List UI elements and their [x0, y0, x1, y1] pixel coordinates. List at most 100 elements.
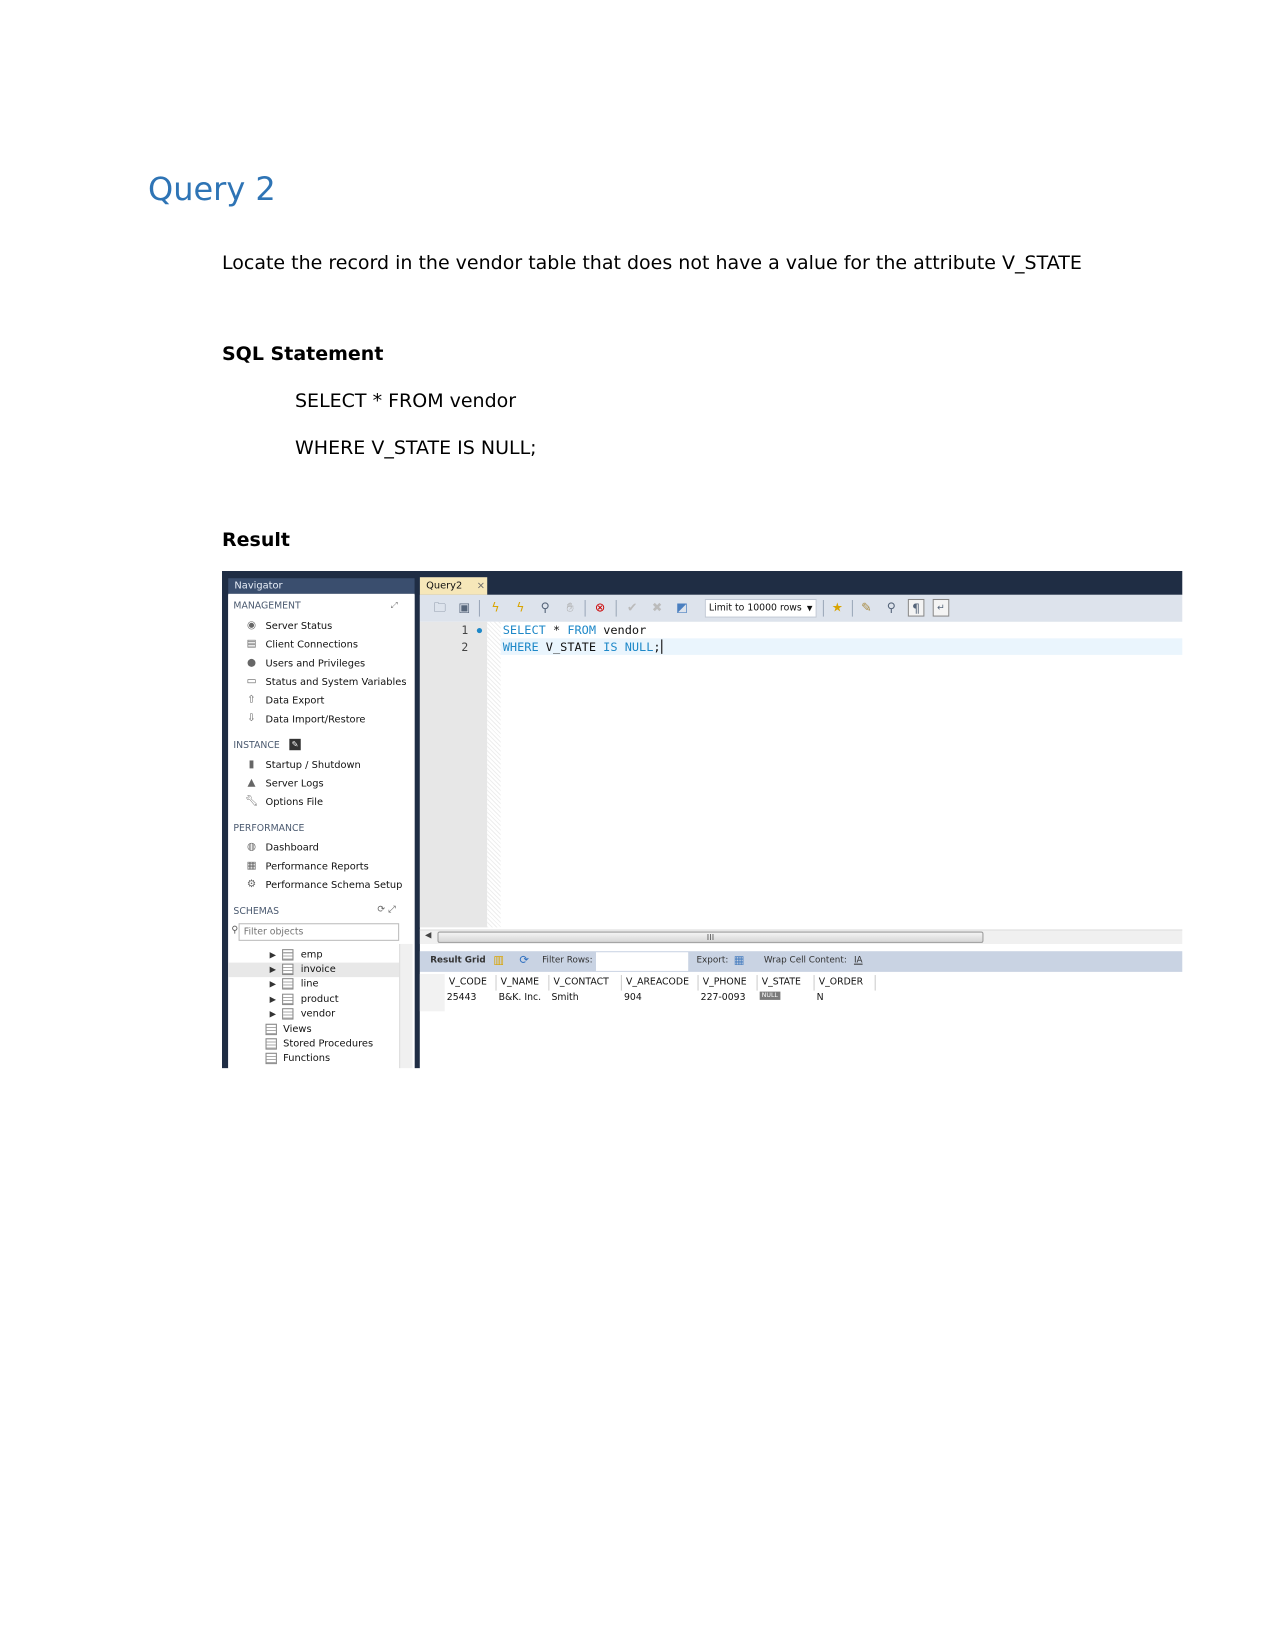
code-line-2[interactable]: WHERE V_STATE IS NULL;	[503, 639, 663, 654]
result-heading: Result	[222, 529, 290, 551]
expand-arrow-icon[interactable]: ▶	[270, 1009, 276, 1018]
rollback-icon[interactable]: ✖	[649, 599, 666, 617]
column-header-v-name[interactable]: V_NAME	[497, 975, 550, 991]
section-management: MANAGEMENT	[233, 601, 301, 612]
expand-arrow-icon[interactable]: ▶	[270, 995, 276, 1004]
explain-icon[interactable]: ⚲	[537, 599, 554, 617]
sql-line-2: WHERE V_STATE IS NULL;	[295, 437, 537, 459]
column-header-v-order[interactable]: V_ORDER	[815, 975, 876, 991]
schema-setup-icon: ⚙	[246, 878, 257, 891]
bookmark-icon[interactable]: ★	[829, 599, 846, 617]
nav-performance-reports[interactable]: Performance Reports	[266, 861, 369, 872]
execute-icon[interactable]: ϟ	[487, 599, 504, 617]
warning-icon: ▲	[247, 777, 256, 789]
sql-heading: SQL Statement	[222, 343, 384, 365]
expand-arrow-icon[interactable]: ▶	[270, 965, 276, 974]
section-instance: INSTANCE	[233, 740, 280, 752]
find-icon[interactable]: ⚲	[883, 599, 900, 617]
beautify-icon[interactable]: ✎	[858, 599, 875, 617]
client-connections-icon: ▤	[246, 638, 257, 650]
open-folder-icon[interactable]: 🗀︎	[431, 599, 448, 617]
autocommit-icon[interactable]: ◩	[674, 599, 691, 617]
nav-users-privileges[interactable]: Users and Privileges	[266, 658, 366, 669]
column-header-v-phone[interactable]: V_PHONE	[699, 975, 758, 991]
navigator-scrollbar[interactable]	[399, 943, 413, 1069]
chevron-down-icon: ▼	[806, 604, 813, 613]
execute-current-icon[interactable]: ϟ	[512, 599, 529, 617]
server-status-icon: ◉	[246, 619, 257, 632]
limit-value: Limit to 10000 rows	[708, 603, 802, 614]
refresh-icon[interactable]: ⟳ ⤢	[377, 905, 395, 915]
invisible-chars-icon[interactable]: ¶	[907, 598, 925, 617]
table-icon	[282, 963, 294, 976]
nav-performance-schema-setup[interactable]: Performance Schema Setup	[266, 880, 403, 891]
nav-status-variables[interactable]: Status and System Variables	[266, 677, 407, 688]
stop-icon[interactable]: ✋︎	[562, 599, 579, 617]
filter-rows-label: Filter Rows:	[542, 955, 593, 966]
schema-table-vendor[interactable]: vendor	[301, 1008, 335, 1019]
nav-dashboard[interactable]: Dashboard	[266, 842, 319, 853]
grid-cell[interactable]: N	[817, 993, 824, 1003]
task-description: Locate the record in the vendor table th…	[222, 252, 1082, 274]
result-grid-tab[interactable]: Result Grid	[430, 955, 485, 965]
column-header-v-code[interactable]: V_CODE	[445, 975, 497, 991]
refresh-icon[interactable]: ⟳	[519, 953, 529, 966]
nav-data-import[interactable]: Data Import/Restore	[266, 714, 366, 725]
export-label: Export:	[696, 955, 729, 966]
text-cursor	[661, 639, 663, 654]
schema-table-product[interactable]: product	[301, 994, 339, 1005]
schema-table-invoice[interactable]: invoice	[301, 964, 336, 975]
save-icon[interactable]: ▣	[456, 599, 473, 617]
nav-server-logs[interactable]: Server Logs	[266, 778, 324, 789]
nav-data-export[interactable]: Data Export	[266, 695, 325, 706]
grid-cell[interactable]: B&K. Inc.	[499, 993, 541, 1003]
null-badge[interactable]: NULL	[759, 991, 780, 1000]
nav-client-connections[interactable]: Client Connections	[266, 639, 358, 650]
filter-objects-input[interactable]	[238, 923, 400, 941]
schema-stored-procedures[interactable]: Stored Procedures	[283, 1038, 373, 1049]
filter-rows-input[interactable]	[595, 952, 689, 971]
user-icon: ●	[246, 656, 257, 669]
nav-server-status[interactable]: Server Status	[266, 621, 333, 632]
grid-cell[interactable]: 25443	[447, 993, 477, 1003]
grid-cell[interactable]: Smith	[551, 993, 578, 1003]
expand-arrow-icon[interactable]: ▶	[270, 979, 276, 988]
nav-options-file[interactable]: Options File	[266, 797, 324, 808]
editor-gutter	[419, 621, 488, 928]
grid-cell[interactable]: 904	[624, 993, 642, 1003]
export-icon: ⇧	[247, 694, 256, 706]
line-number: 1	[461, 623, 469, 638]
table-icon	[282, 1008, 294, 1020]
schema-functions[interactable]: Functions	[283, 1053, 330, 1064]
word-wrap-icon[interactable]: ↵	[932, 598, 950, 617]
page-title: Query 2	[148, 170, 276, 208]
expand-arrow-icon[interactable]: ▶	[270, 950, 276, 959]
schema-table-line[interactable]: line	[301, 978, 319, 989]
reports-icon: ▦	[246, 860, 257, 872]
column-header-v-areacode[interactable]: V_AREACODE	[622, 975, 699, 991]
nav-startup-shutdown[interactable]: Startup / Shutdown	[266, 760, 361, 771]
column-header-v-contact[interactable]: V_CONTACT	[549, 975, 622, 991]
code-line-1[interactable]: SELECT * FROM vendor	[503, 623, 646, 638]
wrench-icon: 🔧︎	[244, 795, 259, 808]
wrap-cell-label: Wrap Cell Content:	[763, 955, 847, 966]
schema-table-emp[interactable]: emp	[301, 949, 323, 960]
limit-rows-select[interactable]: Limit to 10000 rows ▼	[704, 598, 817, 618]
column-header-v-state[interactable]: V_STATE	[758, 975, 815, 991]
scrollbar-thumb[interactable]: III	[437, 931, 984, 943]
commit-icon[interactable]: ✔	[624, 599, 641, 617]
line-number: 2	[461, 640, 469, 654]
grid-cell[interactable]: 227-0093	[701, 993, 746, 1003]
monitor-icon: ▭	[246, 675, 257, 688]
folder-icon	[265, 1052, 277, 1065]
export-icon[interactable]: ▦	[734, 953, 745, 966]
close-icon[interactable]: ×	[477, 580, 485, 591]
schema-views[interactable]: Views	[283, 1024, 311, 1035]
scroll-left-icon[interactable]: ◀	[425, 930, 431, 939]
form-editor-icon[interactable]: ▥	[493, 953, 504, 966]
tab-query2[interactable]: Query2 ×	[419, 577, 488, 595]
expand-icon[interactable]: ⤢	[391, 600, 398, 610]
wrap-cell-icon[interactable]: IA	[854, 955, 863, 965]
stop-on-error-icon[interactable]: ⊗	[592, 599, 609, 617]
section-schemas: SCHEMAS	[233, 906, 280, 918]
